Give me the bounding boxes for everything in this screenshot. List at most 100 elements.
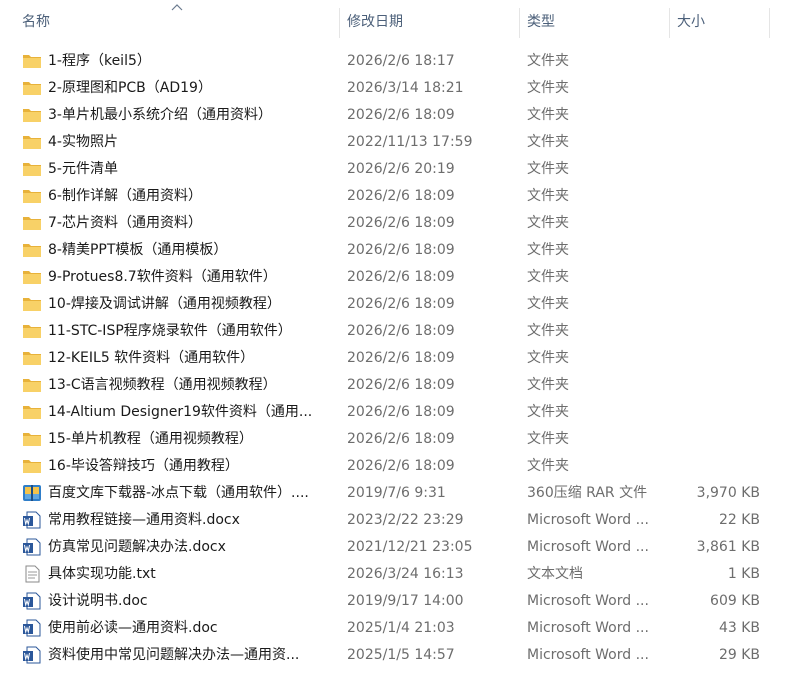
column-divider[interactable] <box>769 8 770 38</box>
file-row[interactable]: 15-单片机教程（通用视频教程） 2026/2/6 18:09 文件夹 <box>0 426 796 453</box>
folder-icon <box>22 403 42 421</box>
file-name: 13-C语言视频教程（通用视频教程） <box>48 377 277 393</box>
file-size: 22 KB <box>718 512 760 528</box>
column-header-date[interactable]: 修改日期 <box>347 0 403 45</box>
file-type: Microsoft Word ... <box>527 647 649 663</box>
folder-icon <box>22 106 42 124</box>
file-name: 7-芯片资料（通用资料） <box>48 215 202 231</box>
folder-icon <box>22 79 42 97</box>
file-row[interactable]: 16-毕设答辩技巧（通用教程） 2026/2/6 18:09 文件夹 <box>0 453 796 480</box>
file-row[interactable]: 使用前必读—通用资料.doc 2025/1/4 21:03 Microsoft Wo… <box>0 615 796 642</box>
file-date: 2026/2/6 20:19 <box>347 161 455 177</box>
file-row[interactable]: 11-STC-ISP程序烧录软件（通用软件） 2026/2/6 18:09 文件夹 <box>0 318 796 345</box>
folder-icon <box>22 241 42 259</box>
folder-icon <box>22 457 42 475</box>
column-header-type[interactable]: 类型 <box>527 0 555 45</box>
file-name: 仿真常见问题解决办法.docx <box>48 539 226 555</box>
file-row[interactable]: 10-焊接及调试讲解（通用视频教程） 2026/2/6 18:09 文件夹 <box>0 291 796 318</box>
file-row[interactable]: 8-精美PPT模板（通用模板） 2026/2/6 18:09 文件夹 <box>0 237 796 264</box>
file-row[interactable]: 具体实现功能.txt 2026/3/24 16:13 文本文档 1 KB <box>0 561 796 588</box>
folder-icon <box>22 349 42 367</box>
file-type: 文件夹 <box>527 242 569 258</box>
file-row[interactable]: 14-Altium Designer19软件资料（通用... 2026/2/6 1… <box>0 399 796 426</box>
file-name: 百度文库下载器-冰点下载（通用软件）.... <box>48 485 309 501</box>
file-name: 15-单片机教程（通用视频教程） <box>48 431 253 447</box>
folder-icon <box>22 52 42 70</box>
folder-icon <box>22 430 42 448</box>
rar-archive-icon <box>22 484 42 502</box>
folder-icon <box>22 322 42 340</box>
file-size: 3,970 KB <box>696 485 760 501</box>
file-row[interactable]: 仿真常见问题解决办法.docx 2021/12/21 23:05 Microsoft… <box>0 534 796 561</box>
sort-ascending-icon <box>171 4 183 11</box>
file-row[interactable]: 9-Protues8.7软件资料（通用软件） 2026/2/6 18:09 文件夹 <box>0 264 796 291</box>
file-row[interactable]: 常用教程链接—通用资料.docx 2023/2/22 23:29 Microsoft… <box>0 507 796 534</box>
file-type: 文件夹 <box>527 215 569 231</box>
file-type: 文件夹 <box>527 458 569 474</box>
file-row[interactable]: 4-实物照片 2022/11/13 17:59 文件夹 <box>0 129 796 156</box>
file-size: 609 KB <box>710 593 760 609</box>
folder-icon <box>22 160 42 178</box>
file-date: 2026/3/14 18:21 <box>347 80 464 96</box>
file-name: 16-毕设答辩技巧（通用教程） <box>48 458 239 474</box>
word-document-icon <box>22 511 42 529</box>
file-name: 6-制作详解（通用资料） <box>48 188 202 204</box>
file-type: Microsoft Word ... <box>527 620 649 636</box>
file-type: 文件夹 <box>527 377 569 393</box>
folder-icon <box>22 214 42 232</box>
file-date: 2026/2/6 18:09 <box>347 350 455 366</box>
file-size: 29 KB <box>718 647 760 663</box>
file-type: 文件夹 <box>527 161 569 177</box>
file-name: 9-Protues8.7软件资料（通用软件） <box>48 269 277 285</box>
file-type: Microsoft Word ... <box>527 512 649 528</box>
file-name: 8-精美PPT模板（通用模板） <box>48 242 228 258</box>
file-row[interactable]: 百度文库下载器-冰点下载（通用软件）.... 2019/7/6 9:31 360压缩… <box>0 480 796 507</box>
file-date: 2019/7/6 9:31 <box>347 485 446 501</box>
file-type: 文件夹 <box>527 350 569 366</box>
column-divider[interactable] <box>339 8 340 38</box>
file-date: 2026/2/6 18:09 <box>347 188 455 204</box>
file-row[interactable]: 7-芯片资料（通用资料） 2026/2/6 18:09 文件夹 <box>0 210 796 237</box>
text-file-icon <box>22 565 42 583</box>
column-header-name[interactable]: 名称 <box>22 0 50 45</box>
file-date: 2021/12/21 23:05 <box>347 539 473 555</box>
file-name: 2-原理图和PCB（AD19） <box>48 80 212 96</box>
folder-icon <box>22 133 42 151</box>
file-date: 2026/3/24 16:13 <box>347 566 464 582</box>
file-date: 2019/9/17 14:00 <box>347 593 464 609</box>
file-row[interactable]: 13-C语言视频教程（通用视频教程） 2026/2/6 18:09 文件夹 <box>0 372 796 399</box>
column-header-bar: 名称 修改日期 类型 大小 <box>0 0 796 45</box>
file-name: 3-单片机最小系统介绍（通用资料） <box>48 107 272 123</box>
word-document-icon <box>22 619 42 637</box>
word-document-icon <box>22 538 42 556</box>
file-row[interactable]: 资料使用中常见问题解决办法—通用资... 2025/1/5 14:57 Micros… <box>0 642 796 669</box>
file-name: 10-焊接及调试讲解（通用视频教程） <box>48 296 281 312</box>
file-type: 文件夹 <box>527 134 569 150</box>
file-date: 2026/2/6 18:09 <box>347 431 455 447</box>
file-size: 3,861 KB <box>696 539 760 555</box>
file-size: 43 KB <box>718 620 760 636</box>
file-name: 14-Altium Designer19软件资料（通用... <box>48 404 313 420</box>
file-name: 设计说明书.doc <box>48 593 148 609</box>
file-row[interactable]: 12-KEIL5 软件资料（通用软件） 2026/2/6 18:09 文件夹 <box>0 345 796 372</box>
file-name: 5-元件清单 <box>48 161 118 177</box>
file-name: 资料使用中常见问题解决办法—通用资... <box>48 647 300 663</box>
file-row[interactable]: 1-程序（keil5） 2026/2/6 18:17 文件夹 <box>0 48 796 75</box>
file-name: 具体实现功能.txt <box>48 566 156 582</box>
folder-icon <box>22 268 42 286</box>
file-row[interactable]: 6-制作详解（通用资料） 2026/2/6 18:09 文件夹 <box>0 183 796 210</box>
column-divider[interactable] <box>669 8 670 38</box>
file-row[interactable]: 2-原理图和PCB（AD19） 2026/3/14 18:21 文件夹 <box>0 75 796 102</box>
file-row[interactable]: 3-单片机最小系统介绍（通用资料） 2026/2/6 18:09 文件夹 <box>0 102 796 129</box>
file-row[interactable]: 5-元件清单 2026/2/6 20:19 文件夹 <box>0 156 796 183</box>
file-date: 2023/2/22 23:29 <box>347 512 464 528</box>
file-date: 2025/1/4 21:03 <box>347 620 455 636</box>
file-date: 2026/2/6 18:09 <box>347 242 455 258</box>
file-date: 2025/1/5 14:57 <box>347 647 455 663</box>
column-header-size[interactable]: 大小 <box>677 0 705 45</box>
file-row[interactable]: 设计说明书.doc 2019/9/17 14:00 Microsoft Word .… <box>0 588 796 615</box>
file-date: 2026/2/6 18:09 <box>347 107 455 123</box>
file-date: 2022/11/13 17:59 <box>347 134 473 150</box>
column-divider[interactable] <box>519 8 520 38</box>
file-date: 2026/2/6 18:09 <box>347 296 455 312</box>
